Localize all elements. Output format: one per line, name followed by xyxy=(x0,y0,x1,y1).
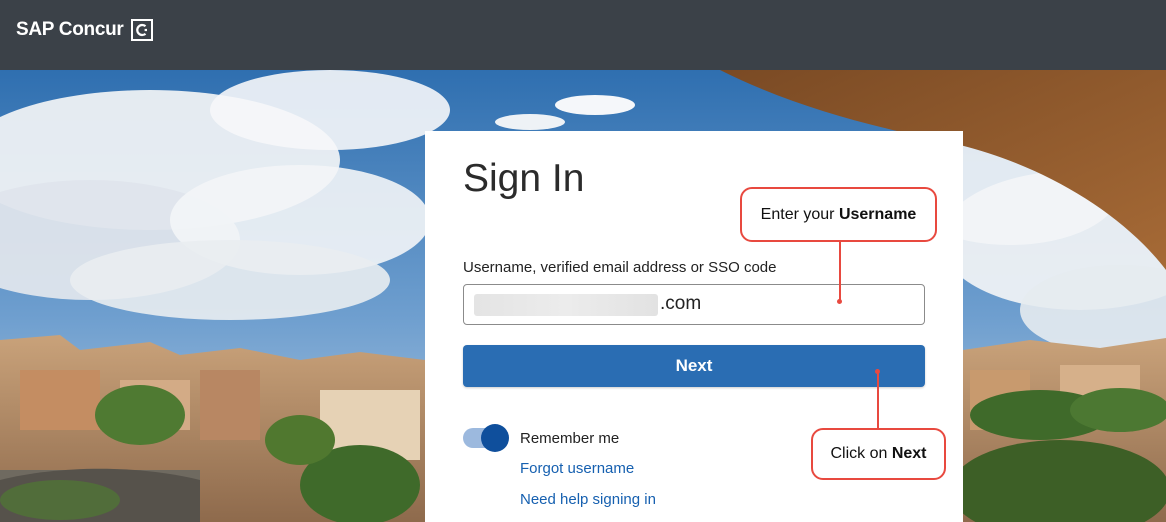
callout-username-pointer xyxy=(839,242,841,300)
need-help-link[interactable]: Need help signing in xyxy=(520,491,656,508)
username-label: Username, verified email address or SSO … xyxy=(463,259,777,276)
forgot-username-link[interactable]: Forgot username xyxy=(520,460,634,477)
callout-click-next: Click on Next xyxy=(811,428,946,480)
page-title: Sign In xyxy=(463,157,585,200)
username-input[interactable]: .com xyxy=(463,284,925,325)
concur-c-icon xyxy=(130,19,153,41)
top-bar: SAP Concur xyxy=(0,0,1166,70)
toggle-thumb xyxy=(481,424,509,452)
remember-me-toggle[interactable] xyxy=(463,424,509,452)
callout-enter-username: Enter your Username xyxy=(740,187,937,242)
callout-username-dot xyxy=(837,299,842,304)
callout-username-prefix: Enter your xyxy=(760,205,835,223)
next-button[interactable]: Next xyxy=(463,345,925,387)
callout-next-bold: Next xyxy=(891,445,927,462)
callout-username-bold: Username xyxy=(838,205,917,223)
username-value-suffix: .com xyxy=(660,293,702,314)
brand-name: SAP Concur xyxy=(16,19,124,40)
callout-next-prefix: Click on xyxy=(830,445,888,462)
callout-next-dot xyxy=(875,369,880,374)
redacted-username xyxy=(474,294,658,316)
sap-concur-logo[interactable]: SAP Concur xyxy=(16,19,153,41)
remember-me-label: Remember me xyxy=(520,430,620,447)
callout-next-pointer xyxy=(877,372,879,428)
